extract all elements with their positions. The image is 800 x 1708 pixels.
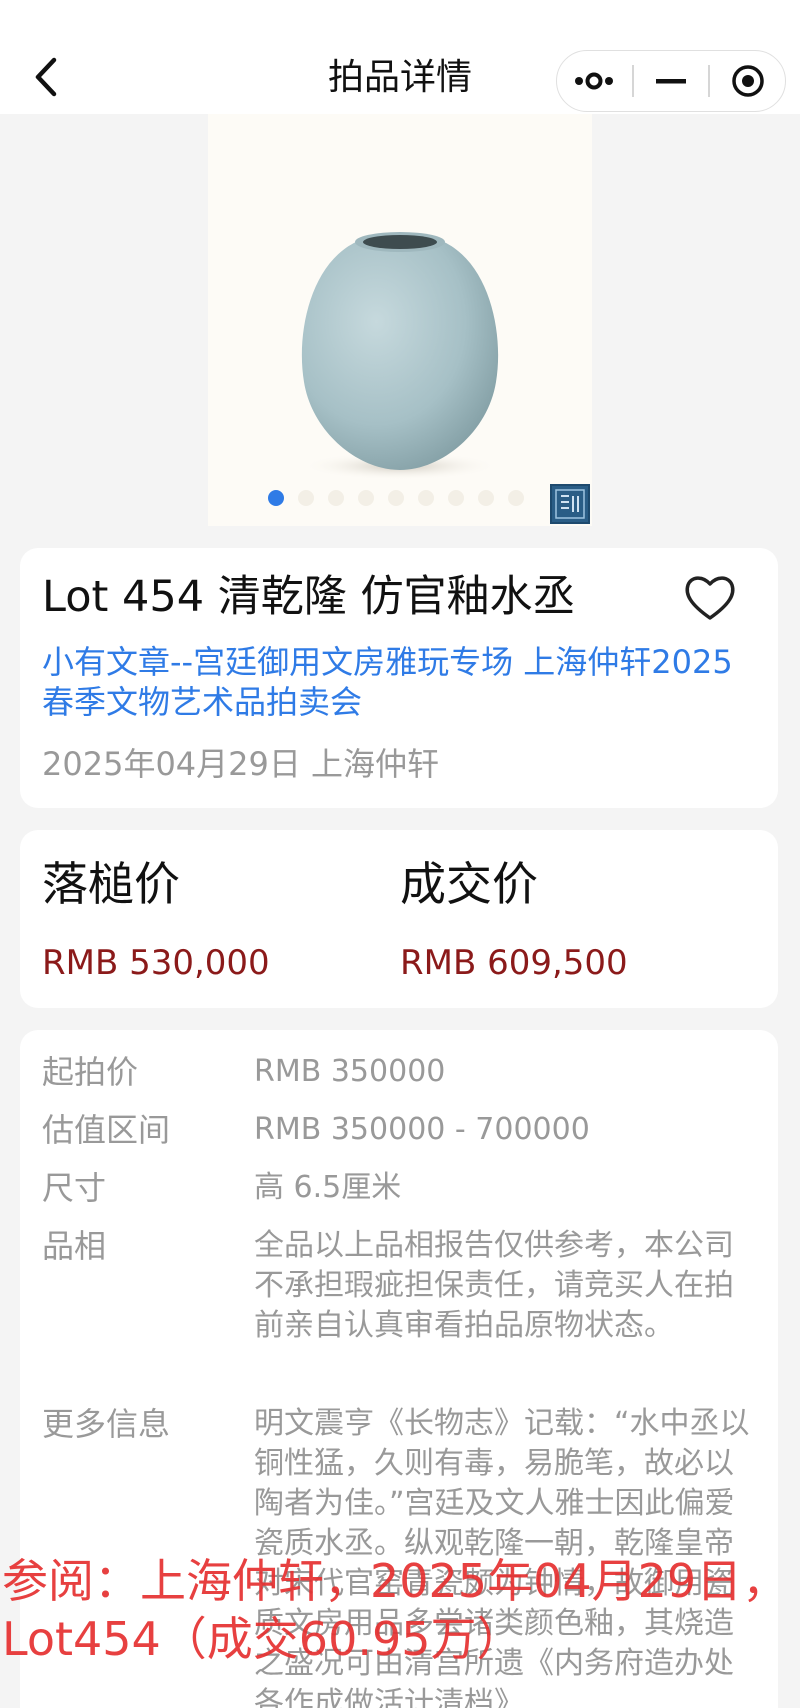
lot-title: Lot 454 清乾隆 仿官釉水丞 <box>42 572 576 622</box>
carousel-indicators <box>268 490 524 506</box>
watermark-line-2: Lot454（成交60.95万） <box>2 1612 523 1666</box>
detail-value: 全品以上品相报告仅供参考，本公司不承担瑕疵担保责任，请竞买人在拍前亲自认真审看拍… <box>254 1228 734 1343</box>
watermark-line-1: 参阅：上海仲轩，2025年04月29日， <box>2 1554 789 1608</box>
lot-info-card: Lot 454 清乾隆 仿官釉水丞 小有文章--宫廷御用文房雅玩专场 上海仲轩2… <box>20 548 778 808</box>
carousel-dot[interactable] <box>328 490 344 506</box>
target-circle-icon <box>731 65 764 97</box>
minimize-button[interactable] <box>634 51 709 111</box>
more-dots-icon <box>575 72 614 90</box>
detail-key: 估值区间 <box>42 1111 171 1149</box>
deal-price-value: RMB 609,500 <box>400 943 628 983</box>
lot-image-carousel[interactable] <box>208 114 592 526</box>
carousel-dot[interactable] <box>478 490 494 506</box>
top-navigation-bar: 拍品详情 <box>0 0 800 114</box>
detail-key: 更多信息 <box>42 1405 171 1443</box>
detail-key: 尺寸 <box>42 1169 107 1207</box>
carousel-dot[interactable] <box>508 490 524 506</box>
reference-watermark: 参阅：上海仲轩，2025年04月29日， Lot454（成交60.95万） <box>2 1552 800 1668</box>
detail-value: 高 6.5厘米 <box>254 1170 402 1205</box>
carousel-dot-active[interactable] <box>268 490 284 506</box>
detail-value: RMB 350000 <box>254 1054 446 1089</box>
carousel-dot[interactable] <box>448 490 464 506</box>
more-button[interactable] <box>557 51 632 111</box>
detail-value: RMB 350000 - 700000 <box>254 1112 590 1147</box>
detail-key: 品相 <box>42 1227 107 1265</box>
hammer-price-label: 落槌价 <box>42 857 180 911</box>
auction-date-house: 2025年04月29日 上海仲轩 <box>42 745 440 783</box>
carousel-dot[interactable] <box>418 490 434 506</box>
price-card: 落槌价 RMB 530,000 成交价 RMB 609,500 <box>20 830 778 1008</box>
favorite-button[interactable] <box>680 568 740 628</box>
detail-key: 起拍价 <box>42 1053 139 1091</box>
carousel-dot[interactable] <box>358 490 374 506</box>
deal-price-label: 成交价 <box>400 857 538 911</box>
carousel-dot[interactable] <box>298 490 314 506</box>
close-program-button[interactable] <box>710 51 785 111</box>
seal-stamp <box>550 484 590 524</box>
auction-session-link[interactable]: 小有文章--宫廷御用文房雅玩专场 上海仲轩2025春季文物艺术品拍卖会 <box>42 642 762 722</box>
mini-program-capsule <box>556 50 786 112</box>
lot-image <box>301 232 499 480</box>
heart-outline-icon <box>685 576 735 620</box>
hammer-price-value: RMB 530,000 <box>42 943 270 983</box>
minus-icon <box>656 79 686 84</box>
carousel-dot[interactable] <box>388 490 404 506</box>
